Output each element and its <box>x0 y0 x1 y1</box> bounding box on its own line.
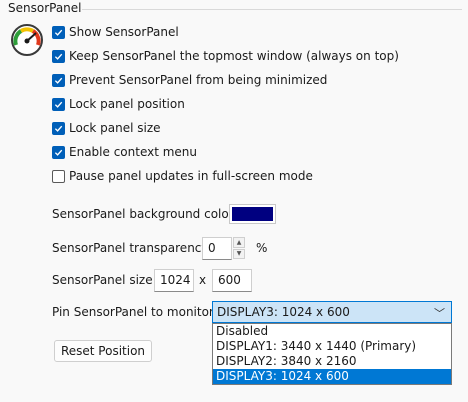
monitor-select[interactable]: DISPLAY3: 1024 x 600 ﹀ <box>212 301 452 323</box>
monitor-option[interactable]: DISPLAY1: 3440 x 1440 (Primary) <box>213 339 451 354</box>
checkmark-icon <box>54 149 63 156</box>
checkmark-icon <box>54 101 63 108</box>
monitor-select-value: DISPLAY3: 1024 x 600 <box>217 305 350 319</box>
checkbox-label: Enable context menu <box>69 145 198 159</box>
size-label: SensorPanel size: <box>52 273 157 287</box>
checkbox-label: Lock panel size <box>69 121 161 135</box>
checkbox-label: Prevent SensorPanel from being minimized <box>69 73 328 87</box>
checkbox-box[interactable] <box>52 121 65 135</box>
checkbox-box[interactable] <box>52 145 65 159</box>
checkbox-context-menu[interactable]: Enable context menu <box>52 144 197 160</box>
checkbox-box[interactable] <box>52 73 65 87</box>
checkmark-icon <box>54 29 63 36</box>
reset-position-button[interactable]: Reset Position <box>54 340 152 362</box>
monitor-label: Pin SensorPanel to monitor: <box>52 305 218 319</box>
chevron-down-icon: ﹀ <box>434 307 445 320</box>
background-color-label: SensorPanel background color: <box>52 207 238 221</box>
gauge-icon <box>11 24 43 56</box>
checkbox-box[interactable] <box>52 25 65 39</box>
checkmark-icon <box>54 53 63 60</box>
transparency-input[interactable]: 0 <box>202 237 232 260</box>
checkbox-label: Show SensorPanel <box>69 25 179 39</box>
group-title: SensorPanel <box>8 1 82 15</box>
checkbox-box[interactable] <box>52 49 65 63</box>
checkmark-icon <box>54 125 63 132</box>
checkbox-topmost[interactable]: Keep SensorPanel the topmost window (alw… <box>52 48 399 64</box>
checkbox-lock-size[interactable]: Lock panel size <box>52 120 161 136</box>
checkbox-lock-position[interactable]: Lock panel position <box>52 96 185 112</box>
spin-down-icon[interactable]: ▼ <box>233 248 245 259</box>
size-height-input[interactable]: 600 <box>212 269 252 292</box>
background-color-fill <box>232 207 273 221</box>
checkbox-prevent-minimize[interactable]: Prevent SensorPanel from being minimized <box>52 72 327 88</box>
monitor-option-selected[interactable]: DISPLAY3: 1024 x 600 <box>213 369 451 384</box>
monitor-option[interactable]: DISPLAY2: 3840 x 2160 <box>213 354 451 369</box>
checkbox-pause-updates[interactable]: Pause panel updates in full-screen mode <box>52 168 313 184</box>
transparency-label: SensorPanel transparency: <box>52 241 212 255</box>
monitor-dropdown-list[interactable]: Disabled DISPLAY1: 3440 x 1440 (Primary)… <box>212 323 452 385</box>
group-divider <box>82 9 462 10</box>
spin-up-icon[interactable]: ▲ <box>233 237 245 248</box>
monitor-option[interactable]: Disabled <box>213 324 451 339</box>
checkbox-box[interactable] <box>52 97 65 111</box>
checkbox-box[interactable] <box>52 169 65 183</box>
size-separator: x <box>199 273 207 287</box>
checkbox-label: Pause panel updates in full-screen mode <box>69 169 313 183</box>
checkbox-label: Keep SensorPanel the topmost window (alw… <box>69 49 399 63</box>
checkbox-show-sensorpanel[interactable]: Show SensorPanel <box>52 24 179 40</box>
size-width-input[interactable]: 1024 <box>154 269 194 292</box>
transparency-unit: % <box>256 241 268 255</box>
background-color-picker[interactable] <box>229 204 276 224</box>
checkmark-icon <box>54 77 63 84</box>
transparency-spinner[interactable]: ▲ ▼ <box>233 237 245 259</box>
checkbox-label: Lock panel position <box>69 97 185 111</box>
